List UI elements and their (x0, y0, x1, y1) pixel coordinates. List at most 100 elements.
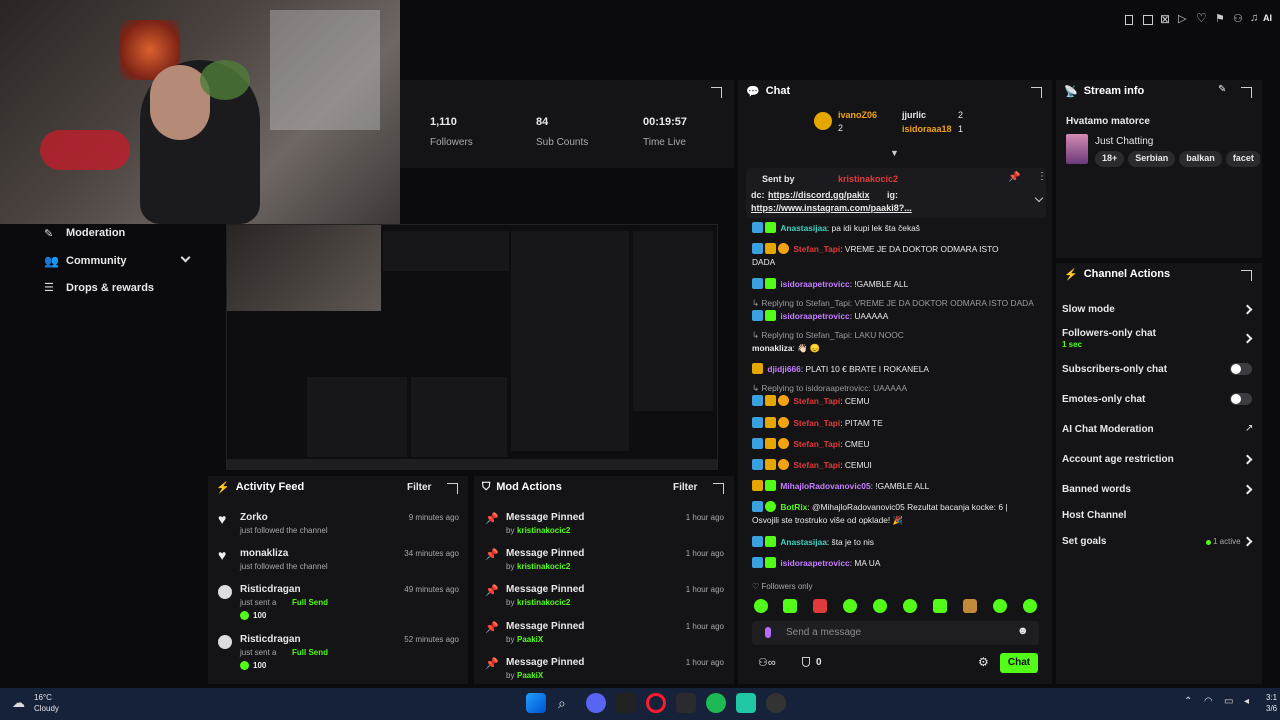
ai-label[interactable]: AI (1263, 13, 1272, 23)
action-account-age[interactable]: Account age restriction (1062, 453, 1256, 469)
opera-icon[interactable] (646, 693, 666, 713)
emote-icon[interactable] (843, 599, 857, 613)
action-emotes-only[interactable]: Emotes-only chat (1062, 393, 1256, 409)
collapse-icon[interactable]: ▼ (890, 148, 899, 158)
expand-icon[interactable] (711, 87, 722, 98)
expand-icon[interactable] (1241, 270, 1252, 281)
more-icon[interactable]: ⋮ (1037, 171, 1047, 182)
expand-icon[interactable] (713, 483, 724, 494)
mod-action-user[interactable]: PaakiX (517, 671, 543, 680)
chat-username[interactable]: djidji666 (767, 364, 801, 374)
wifi-icon[interactable]: ◠ (1204, 696, 1213, 707)
chat-username[interactable]: monakliza (752, 343, 793, 353)
window-icon[interactable] (1143, 15, 1153, 25)
action-slow-mode[interactable]: Slow mode (1062, 303, 1256, 319)
emote-icon[interactable] (813, 599, 827, 613)
clock-date[interactable]: 3/6 (1266, 704, 1277, 713)
emotes-only-toggle[interactable] (1230, 393, 1252, 405)
action-host-channel[interactable]: Host Channel (1062, 509, 1256, 525)
chat-input[interactable]: Send a message ☻ (752, 621, 1039, 645)
tag-chip[interactable]: Serbian (1128, 151, 1176, 167)
instagram-link[interactable]: https://www.instagram.com/paaki8?... (751, 203, 912, 213)
mod-action-user[interactable]: kristinakocic2 (517, 526, 570, 535)
display-icon[interactable]: ▭ (1224, 696, 1233, 707)
tag-chip[interactable]: balkan (1179, 151, 1222, 167)
chat-username[interactable]: Stefan_Tapi (793, 439, 840, 449)
action-subscribers-only[interactable]: Subscribers-only chat (1062, 363, 1256, 379)
action-banned-words[interactable]: Banned words (1062, 483, 1256, 499)
expand-icon[interactable] (1031, 87, 1042, 98)
windows-start-icon[interactable] (526, 693, 546, 713)
activity-name[interactable]: Zorko (240, 512, 268, 523)
top-chatter-name[interactable]: jjurlic (902, 110, 926, 120)
filter-button[interactable]: Filter (407, 482, 431, 493)
emote-icon[interactable] (1023, 599, 1037, 613)
action-ai-moderation[interactable]: AI Chat Moderation ↗ (1062, 423, 1256, 439)
chat-username[interactable]: isidoraapetrovicc (780, 558, 849, 568)
discord-icon[interactable] (586, 693, 606, 713)
stream-category[interactable]: Just Chatting (1095, 136, 1153, 147)
chat-username[interactable]: BotRix (780, 502, 807, 512)
expand-icon[interactable] (447, 483, 458, 494)
emote-icon[interactable] (754, 599, 768, 613)
notification-icon[interactable]: ♫ (1250, 12, 1258, 24)
pin-icon[interactable]: 📌 (1008, 172, 1020, 183)
activity-name[interactable]: monakliza (240, 548, 288, 559)
activity-name[interactable]: Risticdragan (240, 584, 301, 595)
profile-icon[interactable]: ⚇ (1233, 12, 1243, 25)
emote-icon[interactable] (783, 599, 797, 613)
emote-icon[interactable] (933, 599, 947, 613)
filter-button[interactable]: Filter (673, 482, 697, 493)
action-set-goals[interactable]: Set goals 1 active (1062, 535, 1256, 551)
action-followers-only[interactable]: Followers-only chat 1 sec (1062, 328, 1256, 350)
emote-icon[interactable] (903, 599, 917, 613)
edit-icon[interactable]: ✎ (1218, 84, 1226, 95)
emoji-icon[interactable]: ☻ (1017, 625, 1029, 637)
chat-username[interactable]: Anastasijaa (780, 223, 827, 233)
top-chatter-name[interactable]: ivanoZ06 (838, 110, 877, 120)
spotify-icon[interactable] (706, 693, 726, 713)
chevron-down-icon[interactable] (1034, 193, 1044, 203)
close-x-icon[interactable]: ⊠ (1160, 12, 1170, 26)
mod-action-user[interactable]: kristinakocic2 (517, 598, 570, 607)
community-icon[interactable]: ⚇∞ (758, 656, 776, 669)
heart-icon[interactable]: ♡ (1196, 11, 1207, 25)
weather-temperature[interactable]: 16°C (34, 693, 52, 702)
chat-username[interactable]: Anastasijaa (780, 537, 827, 547)
chat-username[interactable]: Stefan_Tapi (793, 244, 840, 254)
chat-username[interactable]: MihajloRadovanovic05 (780, 481, 870, 491)
activity-name[interactable]: Risticdragan (240, 634, 301, 645)
chevron-up-icon[interactable]: ⌃ (1184, 696, 1192, 707)
obs-icon[interactable] (766, 693, 786, 713)
gear-icon[interactable]: ⚙ (978, 655, 989, 669)
play-icon[interactable]: ▷ (1178, 12, 1186, 25)
mic-icon[interactable] (765, 627, 771, 638)
top-chatter-name[interactable]: isidoraaa18 (902, 124, 952, 134)
chat-username[interactable]: Stefan_Tapi (793, 396, 840, 406)
mod-action-user[interactable]: kristinakocic2 (517, 562, 570, 571)
chat-app-icon[interactable] (736, 693, 756, 713)
app-icon[interactable] (676, 693, 696, 713)
chat-username[interactable]: isidoraapetrovicc (780, 279, 849, 289)
tag-chip[interactable]: facet (1225, 151, 1260, 167)
weather-condition[interactable]: Cloudy (34, 704, 59, 713)
emote-icon[interactable] (873, 599, 887, 613)
volume-icon[interactable]: ◂ (1244, 696, 1249, 707)
tiktok-icon[interactable] (616, 693, 636, 713)
discord-link[interactable]: https://discord.gg/pakix (768, 190, 870, 200)
chat-send-button[interactable]: Chat (1000, 653, 1038, 673)
bookmark-icon[interactable] (1125, 15, 1133, 25)
stream-preview[interactable] (226, 224, 718, 470)
chat-username[interactable]: isidoraapetrovicc (780, 311, 849, 321)
pinned-sender[interactable]: kristinakocic2 (838, 174, 898, 184)
tag-chip[interactable]: 18+ (1095, 151, 1125, 167)
alert-icon[interactable]: ⚑ (1215, 12, 1225, 25)
clock-time[interactable]: 3:1 (1266, 693, 1277, 702)
expand-icon[interactable] (1241, 87, 1252, 98)
emote-icon[interactable] (963, 599, 977, 613)
mod-action-user[interactable]: PaakiX (517, 635, 543, 644)
chevron-down-icon[interactable] (180, 252, 191, 263)
chat-username[interactable]: Stefan_Tapi (793, 460, 840, 470)
chat-username[interactable]: Stefan_Tapi (793, 418, 840, 428)
emote-icon[interactable] (993, 599, 1007, 613)
